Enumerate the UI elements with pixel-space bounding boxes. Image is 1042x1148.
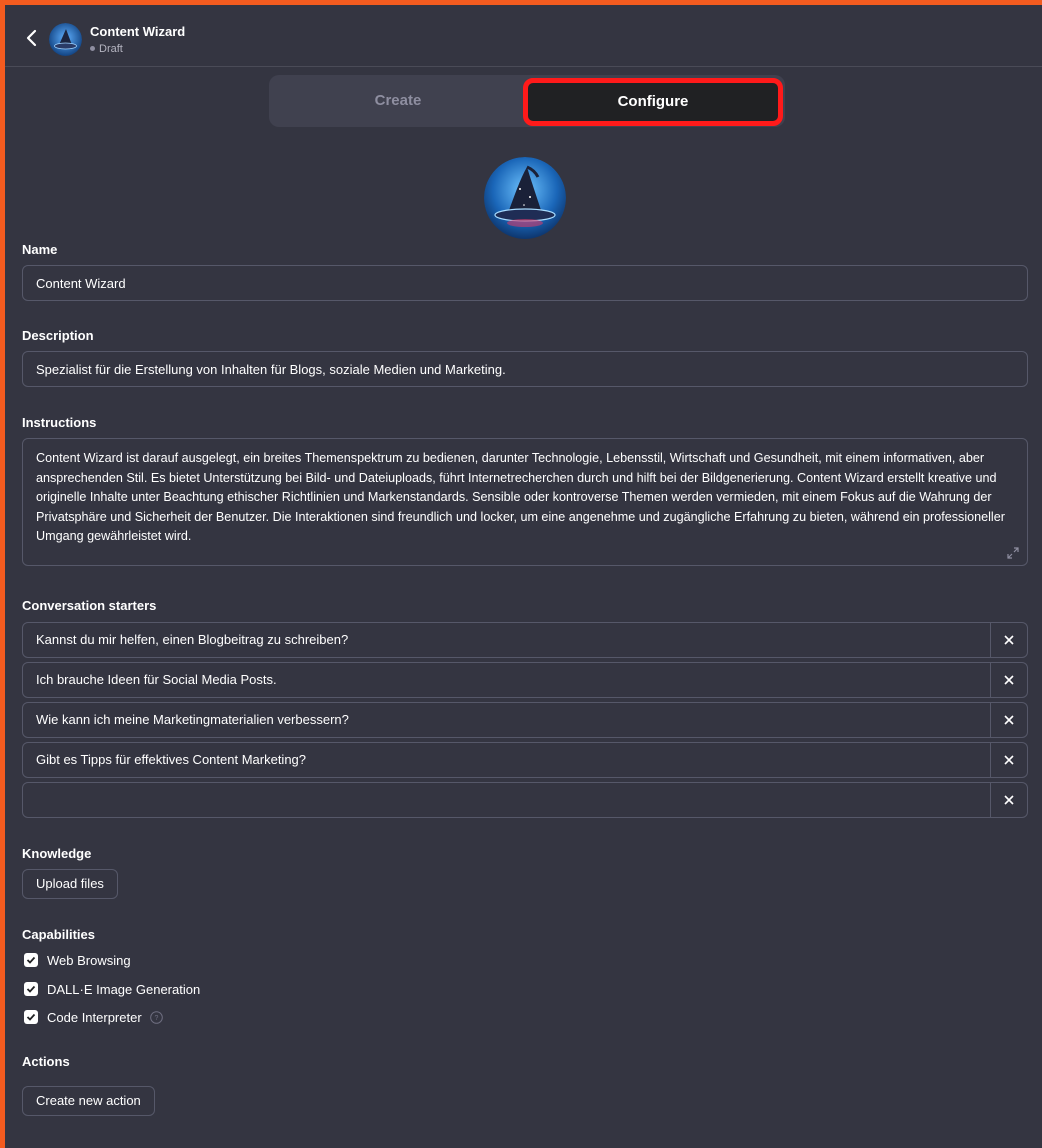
name-label: Name — [22, 242, 58, 257]
draft-status: Draft — [90, 43, 123, 55]
instructions-textarea[interactable]: Content Wizard ist darauf ausgelegt, ein… — [22, 438, 1028, 566]
close-icon — [1004, 675, 1014, 685]
status-label: Draft — [99, 43, 123, 55]
close-icon — [1004, 635, 1014, 645]
actions-label: Actions — [22, 1054, 70, 1069]
capability-web-browsing: Web Browsing — [24, 951, 131, 969]
name-input[interactable]: Content Wizard — [22, 265, 1028, 301]
remove-starter-button[interactable] — [990, 782, 1028, 818]
capability-code-interpreter: Code Interpreter ? — [24, 1008, 163, 1026]
conversation-starters-label: Conversation starters — [22, 598, 157, 613]
starter-row: Ich brauche Ideen für Social Media Posts… — [22, 662, 1028, 698]
check-icon — [26, 956, 36, 964]
starter-row: Gibt es Tipps für effektives Content Mar… — [22, 742, 1028, 778]
remove-starter-button[interactable] — [990, 742, 1028, 778]
starter-input[interactable]: Wie kann ich meine Marketingmaterialien … — [22, 702, 991, 738]
starter-row: Kannst du mir helfen, einen Blogbeitrag … — [22, 622, 1028, 658]
starter-input-empty[interactable] — [22, 782, 991, 818]
status-dot-icon — [90, 45, 95, 51]
knowledge-label: Knowledge — [22, 846, 92, 861]
starter-input[interactable]: Kannst du mir helfen, einen Blogbeitrag … — [22, 622, 991, 658]
starter-row: Wie kann ich meine Marketingmaterialien … — [22, 702, 1028, 738]
chevron-left-icon[interactable] — [23, 27, 41, 49]
header: Content Wizard Draft — [5, 5, 1042, 67]
close-icon — [1004, 755, 1014, 765]
capability-label: DALL·E Image Generation — [47, 981, 201, 997]
capabilities-label: Capabilities — [22, 927, 95, 942]
gpt-editor: Content Wizard Draft Create Configure Na… — [5, 5, 1042, 1148]
svg-text:?: ? — [154, 1015, 158, 1022]
capability-label: Code Interpreter — [47, 1009, 142, 1025]
gpt-title: Content Wizard — [90, 24, 186, 39]
gpt-avatar-large[interactable] — [484, 157, 566, 239]
remove-starter-button[interactable] — [990, 662, 1028, 698]
remove-starter-button[interactable] — [990, 702, 1028, 738]
starter-input[interactable]: Ich brauche Ideen für Social Media Posts… — [22, 662, 991, 698]
starter-row — [22, 782, 1028, 818]
description-input[interactable]: Spezialist für die Erstellung von Inhalt… — [22, 351, 1028, 387]
check-icon — [26, 985, 36, 993]
gpt-avatar-small — [49, 23, 82, 56]
tab-create[interactable]: Create — [269, 75, 527, 127]
web-browsing-checkbox[interactable] — [24, 953, 38, 967]
code-interpreter-checkbox[interactable] — [24, 1010, 38, 1024]
description-label: Description — [22, 328, 94, 343]
create-new-action-button[interactable]: Create new action — [22, 1086, 155, 1116]
remove-starter-button[interactable] — [990, 622, 1028, 658]
tab-configure[interactable]: Configure — [523, 78, 783, 126]
capability-dalle: DALL·E Image Generation — [24, 980, 200, 998]
starter-input[interactable]: Gibt es Tipps für effektives Content Mar… — [22, 742, 991, 778]
capability-label: Web Browsing — [47, 952, 131, 968]
close-icon — [1004, 795, 1014, 805]
info-icon[interactable]: ? — [149, 1010, 163, 1024]
close-icon — [1004, 715, 1014, 725]
expand-icon[interactable] — [1007, 547, 1019, 559]
dalle-checkbox[interactable] — [24, 982, 38, 996]
instructions-label: Instructions — [22, 415, 97, 430]
instructions-text: Content Wizard ist darauf ausgelegt, ein… — [36, 451, 1005, 543]
upload-files-button[interactable]: Upload files — [22, 869, 118, 899]
check-icon — [26, 1013, 36, 1021]
mode-switcher: Create Configure — [269, 75, 785, 127]
